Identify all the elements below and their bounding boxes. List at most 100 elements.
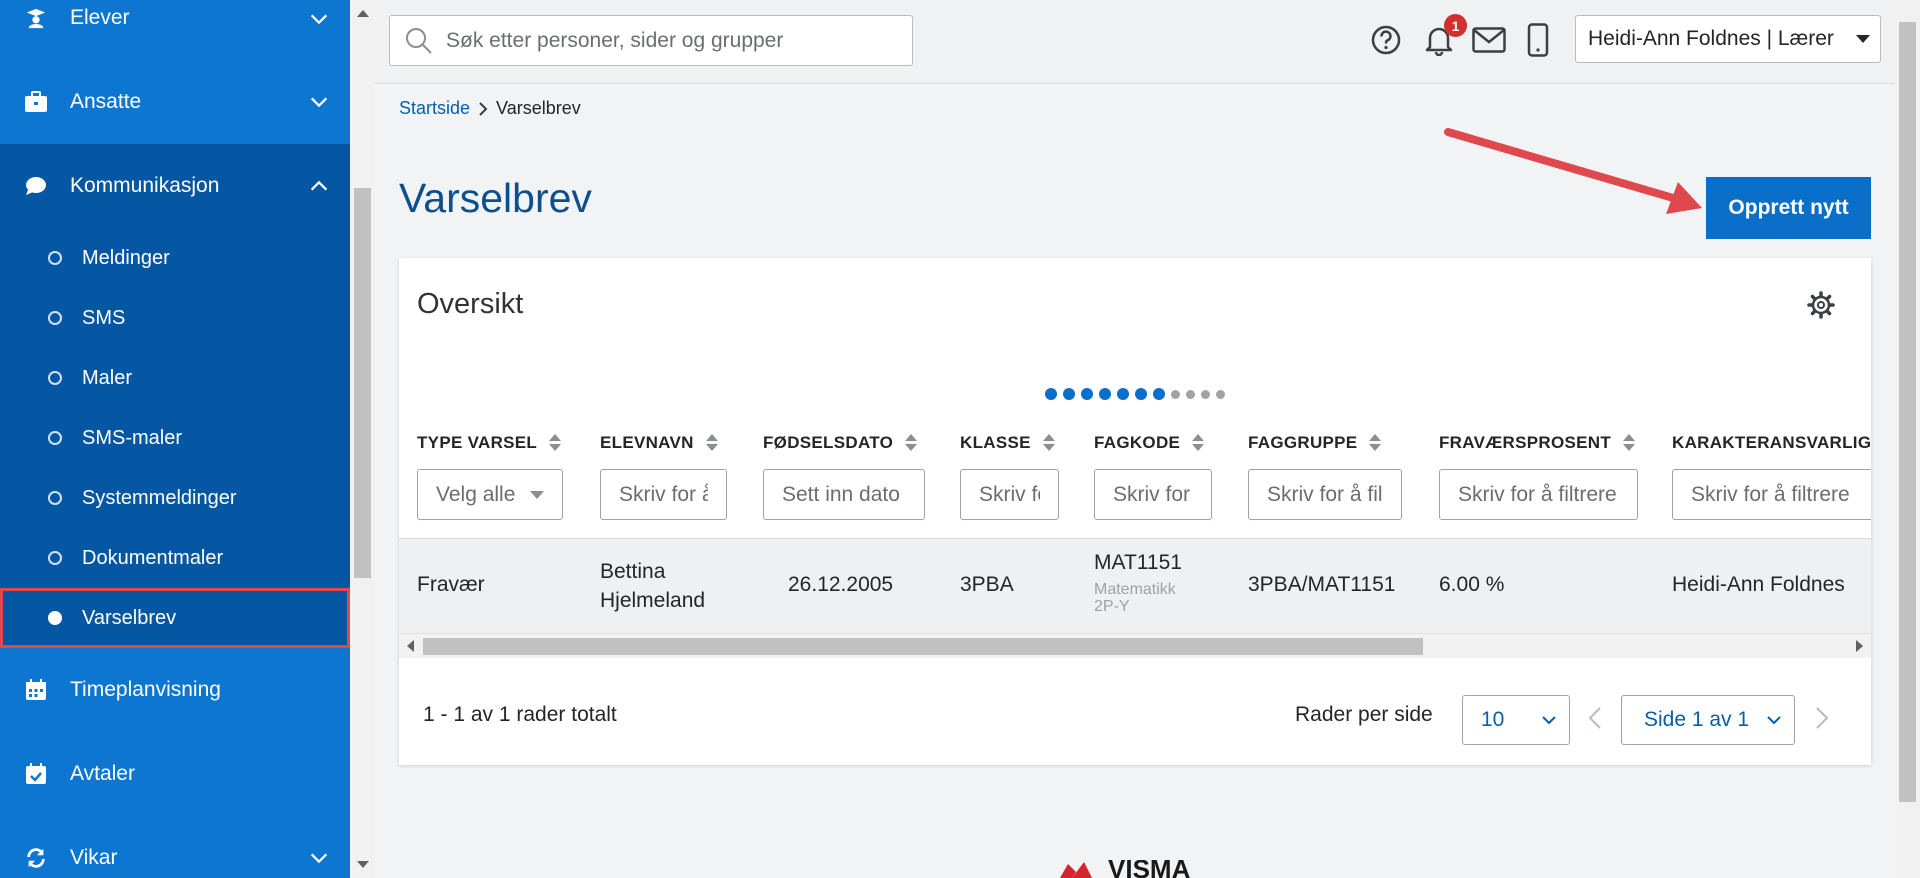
sidebar-item-timeplanvisning[interactable]: Timeplanvisning [0, 648, 350, 732]
column-header-label: ELEVNAVN [600, 433, 694, 452]
sidebar-item-label: Ansatte [70, 90, 142, 113]
mobile-button[interactable] [1520, 22, 1556, 58]
rows-per-page-select[interactable]: 10 [1462, 695, 1570, 745]
window-scrollbar[interactable] [1895, 0, 1920, 878]
chevron-down-icon [310, 14, 328, 25]
table-horizontal-scrollbar[interactable] [399, 633, 1871, 658]
sidebar-subitem-dokumentmaler[interactable]: Dokumentmaler [0, 528, 350, 588]
top-header: 1 Heidi-Ann Foldnes | Lærer [375, 0, 1895, 84]
prev-page-icon[interactable] [1586, 705, 1604, 731]
scroll-up-arrow[interactable] [357, 10, 369, 17]
cell-klasse: 3PBA [960, 573, 1014, 596]
next-page-icon[interactable] [1813, 705, 1831, 731]
sidebar-item-vikar[interactable]: Vikar [0, 816, 350, 878]
fravaersprosent-filter-input[interactable] [1439, 469, 1638, 520]
sort-icon[interactable] [549, 433, 562, 453]
fodselsdato-filter-input[interactable] [763, 469, 925, 520]
help-icon [1371, 25, 1401, 55]
chevron-down-icon [310, 853, 328, 864]
briefcase-icon [24, 90, 48, 114]
sidebar-subitem-sms[interactable]: SMS [0, 288, 350, 348]
sidebar-subitem-sms-maler[interactable]: SMS-maler [0, 408, 350, 468]
cell-fagkode-group: 2P-Y [1094, 598, 1130, 615]
breadcrumb-home-link[interactable]: Startside [399, 98, 470, 119]
pagination-dot[interactable] [1117, 388, 1129, 400]
column-header-type-varsel[interactable]: TYPE VARSEL [417, 433, 562, 453]
messages-button[interactable] [1471, 22, 1507, 58]
sort-icon[interactable] [1192, 433, 1205, 453]
chevron-right-icon [479, 101, 488, 116]
pagination-dot[interactable] [1153, 388, 1165, 400]
sidebar-item-ansatte[interactable]: Ansatte [0, 60, 350, 144]
sort-icon[interactable] [1623, 433, 1636, 453]
sort-icon[interactable] [705, 433, 718, 453]
sidebar-subitem-systemmeldinger[interactable]: Systemmeldinger [0, 468, 350, 528]
search-icon [406, 27, 432, 54]
scrollbar-thumb[interactable] [354, 188, 371, 578]
scrollbar-thumb[interactable] [423, 638, 1423, 655]
column-header-elevnavn[interactable]: ELEVNAVN [600, 433, 718, 453]
cell-elevnavn-line: Bettina [600, 560, 666, 583]
column-header-label: KARAKTERANSVARLIG L [1672, 433, 1871, 452]
column-header-faggruppe[interactable]: FAGGRUPPE [1248, 433, 1382, 453]
scroll-right-arrow[interactable] [1856, 640, 1863, 652]
type-varsel-filter-select[interactable]: Velg alle [417, 469, 563, 520]
sidebar-scrollbar[interactable] [350, 0, 375, 878]
sidebar-subitem-varselbrev[interactable]: Varselbrev [0, 588, 350, 648]
pagination-dot[interactable] [1081, 388, 1093, 400]
column-header-klasse[interactable]: KLASSE [960, 433, 1055, 453]
sidebar-subitem-label: SMS-maler [82, 426, 183, 449]
sidebar-item-elever[interactable]: Elever [0, 0, 350, 40]
scrollbar-thumb[interactable] [1899, 22, 1916, 802]
sidebar-subitem-meldinger[interactable]: Meldinger [0, 228, 350, 288]
calendar-check-icon [24, 762, 48, 786]
sidebar-subitem-maler[interactable]: Maler [0, 348, 350, 408]
sidebar-item-avtaler[interactable]: Avtaler [0, 732, 350, 816]
scroll-left-arrow[interactable] [407, 640, 414, 652]
row-count-text: 1 - 1 av 1 rader totalt [423, 703, 617, 726]
notifications-button[interactable]: 1 [1421, 14, 1467, 58]
column-header-label: KLASSE [960, 433, 1031, 452]
table-row[interactable]: Fravær Bettina Hjelmeland 26.12.2005 3PB… [399, 538, 1871, 633]
sort-icon[interactable] [905, 433, 918, 453]
cell-fagkode: MAT1151 Matematikk 2P-Y [1094, 551, 1182, 615]
pagination-dot[interactable] [1186, 389, 1195, 399]
circle-icon [48, 251, 62, 265]
search-box[interactable] [389, 15, 913, 66]
gear-icon[interactable] [1807, 291, 1835, 319]
sidebar-item-label: Vikar [70, 846, 118, 869]
caret-down-icon [530, 491, 544, 499]
fagkode-filter-input[interactable] [1094, 469, 1212, 520]
search-input[interactable] [446, 28, 886, 53]
klasse-filter-input[interactable] [960, 469, 1059, 520]
column-header-karakteransvarlig[interactable]: KARAKTERANSVARLIG L [1672, 433, 1871, 453]
pagination-dot[interactable] [1216, 389, 1225, 399]
sort-icon[interactable] [1042, 433, 1055, 453]
pagination-dot[interactable] [1135, 388, 1147, 400]
elevnavn-filter-input[interactable] [600, 469, 727, 520]
faggruppe-filter-input[interactable] [1248, 469, 1402, 520]
phone-icon [1527, 23, 1549, 57]
column-header-fravaersprosent[interactable]: FRAVÆRSPROSENT [1439, 433, 1636, 453]
column-header-label: TYPE VARSEL [417, 433, 538, 452]
circle-filled-icon [48, 611, 62, 625]
page-select[interactable]: Side 1 av 1 [1621, 695, 1795, 745]
pagination-dot[interactable] [1063, 388, 1075, 400]
pagination-dot[interactable] [1171, 389, 1180, 399]
column-header-fodselsdato[interactable]: FØDSELSDATO [763, 433, 918, 453]
column-header-fagkode[interactable]: FAGKODE [1094, 433, 1205, 453]
pagination-dot[interactable] [1201, 389, 1210, 399]
sidebar-item-label: Avtaler [70, 762, 135, 785]
sidebar-item-kommunikasjon[interactable]: Kommunikasjon [0, 144, 350, 228]
scroll-down-arrow[interactable] [357, 861, 369, 868]
user-role-select[interactable]: Heidi-Ann Foldnes | Lærer [1575, 15, 1881, 63]
chevron-up-icon [310, 180, 328, 191]
pagination-dot[interactable] [1045, 388, 1057, 400]
sidebar-subitem-label: Maler [82, 366, 133, 389]
karakteransvarlig-filter-input[interactable] [1672, 469, 1871, 520]
help-button[interactable] [1368, 22, 1404, 58]
cell-elevnavn-line: Hjelmeland [600, 589, 706, 612]
create-new-button[interactable]: Opprett nytt [1706, 177, 1871, 239]
pagination-dot[interactable] [1099, 388, 1111, 400]
sort-icon[interactable] [1369, 433, 1382, 453]
